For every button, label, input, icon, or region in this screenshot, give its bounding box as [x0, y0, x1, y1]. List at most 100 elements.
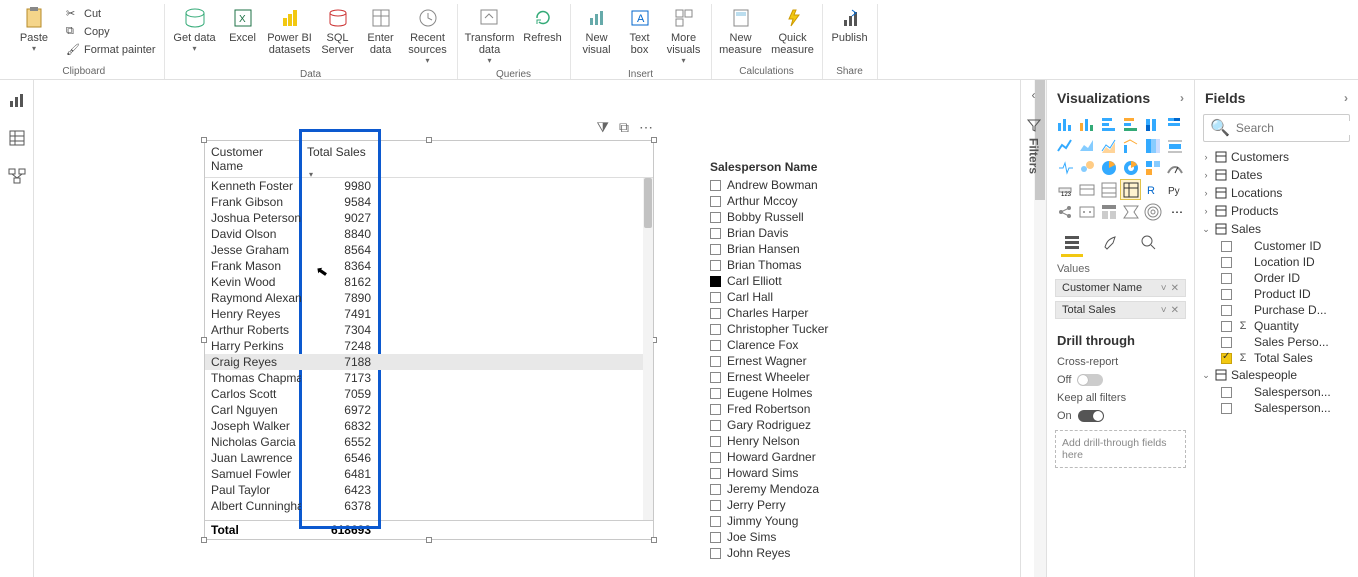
scroll-thumb[interactable] — [644, 178, 652, 228]
remove-icon[interactable]: ✕ — [1171, 283, 1179, 294]
report-canvas[interactable]: ⧩ ⧉ ⋯ Customer Name Total Sales ▾ Kennet… — [34, 80, 1046, 577]
slicer-item[interactable]: Carl Elliott — [710, 273, 860, 289]
slicer-item[interactable]: Carl Hall — [710, 289, 860, 305]
format-painter-button[interactable]: 🖌Format painter — [62, 42, 160, 58]
analytics-tab[interactable] — [1137, 231, 1159, 253]
field-location-id[interactable]: Location ID — [1201, 254, 1352, 270]
more-icon[interactable]: ⋯ — [639, 119, 653, 136]
field-purchase-d-[interactable]: Purchase D... — [1201, 302, 1352, 318]
viz-type-21[interactable] — [1121, 180, 1140, 199]
slicer-item[interactable]: Brian Davis — [710, 225, 860, 241]
publish-button[interactable]: Publish — [827, 4, 873, 46]
viz-type-16[interactable] — [1143, 158, 1162, 177]
table-row[interactable]: Raymond Alexande7890 — [205, 290, 653, 306]
table-row[interactable]: Carlos Scott7059 — [205, 386, 653, 402]
pbi-datasets-button[interactable]: Power BI datasets — [265, 4, 315, 58]
field-table-locations[interactable]: ›Locations — [1201, 184, 1352, 202]
viz-type-27[interactable] — [1121, 202, 1140, 221]
slicer-item[interactable]: Brian Thomas — [710, 257, 860, 273]
field-order-id[interactable]: Order ID — [1201, 270, 1352, 286]
cross-report-toggle[interactable] — [1077, 374, 1103, 386]
viz-type-13[interactable] — [1077, 158, 1096, 177]
resize-handle[interactable] — [651, 137, 657, 143]
resize-handle[interactable] — [651, 537, 657, 543]
slicer-item[interactable]: Brian Hansen — [710, 241, 860, 257]
viz-type-12[interactable] — [1055, 158, 1074, 177]
table-row[interactable]: Joshua Peterson9027 — [205, 210, 653, 226]
viz-type-26[interactable] — [1099, 202, 1118, 221]
table-row[interactable]: Henry Reyes7491 — [205, 306, 653, 322]
slicer-item[interactable]: Ernest Wheeler — [710, 369, 860, 385]
slicer-visual[interactable]: Salesperson Name Andrew BowmanArthur Mcc… — [710, 160, 860, 561]
drill-drop-zone[interactable]: Add drill-through fields here — [1055, 430, 1186, 468]
table-row[interactable]: Juan Lawrence6546 — [205, 450, 653, 466]
expand-filters-icon[interactable]: ‹ — [1032, 88, 1036, 102]
slicer-item[interactable]: Bobby Russell — [710, 209, 860, 225]
viz-type-1[interactable] — [1077, 114, 1096, 133]
slicer-item[interactable]: Arthur Mccoy — [710, 193, 860, 209]
field-salesperson-[interactable]: Salesperson... — [1201, 384, 1352, 400]
table-row[interactable]: Samuel Fowler6481 — [205, 466, 653, 482]
table-row[interactable]: Albert Cunningham6378 — [205, 498, 653, 514]
resize-handle[interactable] — [201, 537, 207, 543]
chevron-down-icon[interactable]: ˅ — [1161, 283, 1167, 294]
viz-type-15[interactable] — [1121, 158, 1140, 177]
slicer-item[interactable]: Charles Harper — [710, 305, 860, 321]
format-tab[interactable] — [1099, 231, 1121, 253]
enter-data-button[interactable]: Enter data — [361, 4, 401, 58]
viz-type-23[interactable]: Py — [1165, 180, 1184, 199]
recent-sources-button[interactable]: Recent sources▾ — [403, 4, 453, 67]
slicer-item[interactable]: Jeremy Mendoza — [710, 481, 860, 497]
collapse-fields-icon[interactable]: › — [1344, 91, 1348, 105]
quick-measure-button[interactable]: Quick measure — [768, 4, 818, 58]
well-total-sales[interactable]: Total Sales˅✕ — [1055, 301, 1186, 319]
filters-pane-collapsed[interactable]: ‹ Filters — [1020, 80, 1046, 577]
slicer-item[interactable]: John Reyes — [710, 545, 860, 561]
more-visuals-button[interactable]: More visuals▾ — [661, 4, 707, 67]
slicer-item[interactable]: Andrew Bowman — [710, 177, 860, 193]
viz-type-29[interactable]: ⋯ — [1165, 202, 1184, 221]
field-quantity[interactable]: ΣQuantity — [1201, 318, 1352, 334]
slicer-item[interactable]: Christopher Tucker — [710, 321, 860, 337]
viz-type-18[interactable]: 123 — [1055, 180, 1074, 199]
focus-icon[interactable]: ⧉ — [619, 119, 629, 136]
refresh-button[interactable]: Refresh — [520, 4, 566, 46]
table-row[interactable]: Jesse Graham8564 — [205, 242, 653, 258]
slicer-item[interactable]: Ernest Wagner — [710, 353, 860, 369]
model-view-button[interactable] — [5, 164, 29, 188]
viz-type-11[interactable] — [1165, 136, 1184, 155]
slicer-item[interactable]: Jerry Perry — [710, 497, 860, 513]
field-customer-id[interactable]: Customer ID — [1201, 238, 1352, 254]
viz-type-10[interactable] — [1143, 136, 1162, 155]
viz-type-8[interactable] — [1099, 136, 1118, 155]
transform-button[interactable]: Transform data▾ — [462, 4, 518, 67]
sql-button[interactable]: SQL Server — [317, 4, 359, 58]
viz-type-22[interactable]: R — [1143, 180, 1162, 199]
slicer-item[interactable]: Joe Sims — [710, 529, 860, 545]
viz-type-5[interactable] — [1165, 114, 1184, 133]
slicer-item[interactable]: Fred Robertson — [710, 401, 860, 417]
field-product-id[interactable]: Product ID — [1201, 286, 1352, 302]
viz-type-3[interactable] — [1121, 114, 1140, 133]
resize-handle[interactable] — [426, 137, 432, 143]
remove-icon[interactable]: ✕ — [1171, 305, 1179, 316]
get-data-button[interactable]: Get data▾ — [169, 4, 221, 55]
viz-type-28[interactable] — [1143, 202, 1162, 221]
viz-type-19[interactable] — [1077, 180, 1096, 199]
field-sales-perso-[interactable]: Sales Perso... — [1201, 334, 1352, 350]
table-row[interactable]: Arthur Roberts7304 — [205, 322, 653, 338]
table-row[interactable]: David Olson8840 — [205, 226, 653, 242]
filter-icon[interactable]: ⧩ — [597, 119, 610, 136]
field-table-sales[interactable]: ⌄Sales — [1201, 220, 1352, 238]
copy-button[interactable]: ⧉Copy — [62, 24, 160, 40]
new-measure-button[interactable]: New measure — [716, 4, 766, 58]
viz-type-6[interactable] — [1055, 136, 1074, 155]
chevron-down-icon[interactable]: ˅ — [1161, 305, 1167, 316]
viz-type-20[interactable] — [1099, 180, 1118, 199]
col-total-sales[interactable]: Total Sales ▾ — [301, 141, 383, 177]
keep-filters-toggle[interactable] — [1078, 410, 1104, 422]
excel-button[interactable]: XExcel — [223, 4, 263, 46]
table-row[interactable]: Frank Gibson9584 — [205, 194, 653, 210]
table-row[interactable]: Harry Perkins7248 — [205, 338, 653, 354]
table-scrollbar[interactable] — [643, 178, 653, 520]
